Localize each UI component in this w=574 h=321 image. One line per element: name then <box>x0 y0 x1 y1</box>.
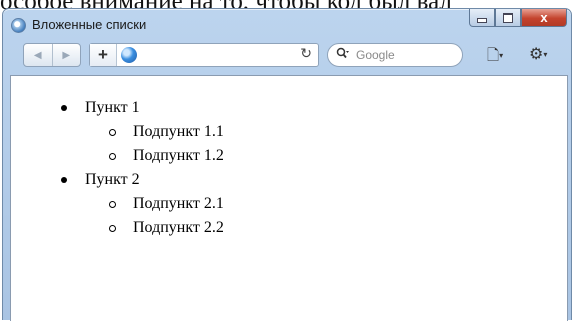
search-icon <box>336 47 350 62</box>
forward-arrow-icon: ▶ <box>62 49 71 61</box>
sub-list-item: Подпункт 2.2 <box>11 216 224 240</box>
minimize-button[interactable] <box>469 9 495 27</box>
sub-list-item: Подпункт 1.1 <box>11 120 224 144</box>
forward-button[interactable]: ▶ <box>53 44 81 66</box>
chevron-down-icon: ▾ <box>543 50 548 59</box>
window-title: Вложенные списки <box>32 17 147 32</box>
disc-bullet <box>61 105 67 111</box>
minimize-icon <box>477 18 487 23</box>
page-icon: 🗋 <box>487 46 500 64</box>
address-bar[interactable]: + ↻ <box>89 43 319 67</box>
list-item: Пункт 2 <box>11 168 224 192</box>
back-arrow-icon: ◀ <box>33 49 42 61</box>
close-button[interactable]: x <box>521 9 567 27</box>
chevron-down-icon: ▾ <box>499 51 504 60</box>
reload-icon[interactable]: ↻ <box>300 46 312 62</box>
list-item-label: Пункт 1 <box>85 99 140 116</box>
sub-list-item: Подпункт 2.1 <box>11 192 224 216</box>
page-menu-button[interactable]: 🗋▾ <box>487 45 503 70</box>
safari-app-icon <box>11 18 26 33</box>
navigation-buttons: ◀ ▶ <box>23 43 81 67</box>
page-content: Пункт 1 Подпункт 1.1 Подпункт 1.2 Пункт … <box>10 75 568 321</box>
title-bar[interactable]: Вложенные списки x <box>3 9 571 39</box>
circle-bullet <box>109 129 116 136</box>
sub-list-item-label: Подпункт 2.2 <box>133 219 224 236</box>
browser-window: Вложенные списки x ◀ ▶ + ↻ Google 🗋▾ ⚙▾ <box>2 8 572 321</box>
circle-bullet <box>109 225 116 232</box>
search-field[interactable]: Google <box>327 43 463 67</box>
close-icon: x <box>540 10 548 25</box>
maximize-icon <box>503 12 513 23</box>
nested-list: Пункт 1 Подпункт 1.1 Подпункт 1.2 Пункт … <box>11 96 224 240</box>
sub-list-item-label: Подпункт 1.2 <box>133 147 224 164</box>
search-placeholder: Google <box>356 48 395 62</box>
sub-list-item-label: Подпункт 1.1 <box>133 123 224 140</box>
add-bookmark-button[interactable]: + <box>90 44 117 66</box>
disc-bullet <box>61 177 67 183</box>
back-button[interactable]: ◀ <box>24 44 53 66</box>
list-item: Пункт 1 <box>11 96 224 120</box>
sub-list-item: Подпункт 1.2 <box>11 144 224 168</box>
globe-icon <box>121 47 137 63</box>
sub-list-item-label: Подпункт 2.1 <box>133 195 224 212</box>
circle-bullet <box>109 153 116 160</box>
browser-toolbar: ◀ ▶ + ↻ Google 🗋▾ ⚙▾ <box>9 41 565 71</box>
gear-icon: ⚙ <box>529 44 544 63</box>
maximize-button[interactable] <box>495 9 521 27</box>
window-controls: x <box>469 9 567 29</box>
list-item-label: Пункт 2 <box>85 171 140 188</box>
settings-menu-button[interactable]: ⚙▾ <box>529 44 547 63</box>
circle-bullet <box>109 201 116 208</box>
